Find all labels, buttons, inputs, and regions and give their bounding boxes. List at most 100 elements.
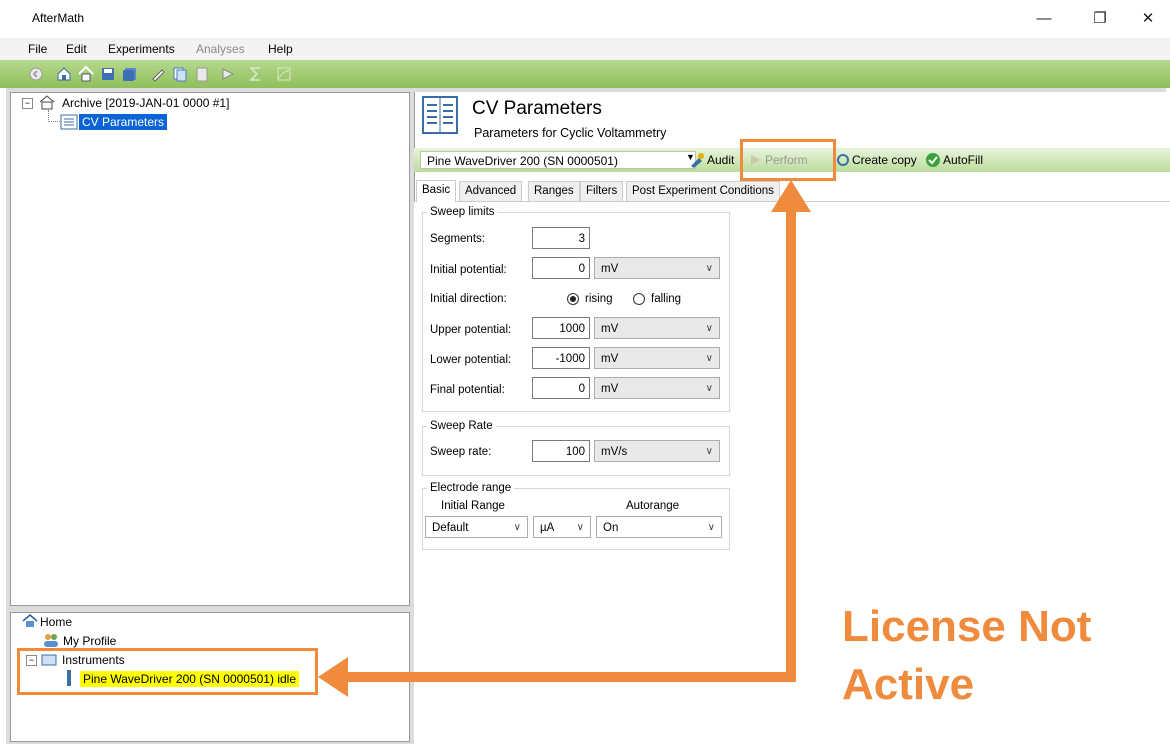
create-copy-button[interactable]: Create copy (852, 153, 917, 167)
tab-ranges[interactable]: Ranges (528, 181, 580, 201)
unit-value: mV (601, 263, 619, 275)
app-title: AfterMath (32, 11, 85, 25)
home-icon[interactable] (78, 66, 94, 82)
annotation-line-2: Active (842, 660, 975, 709)
archive-root[interactable]: Archive [2019-JAN-01 0000 #1] (62, 96, 229, 110)
close-button[interactable]: ✕ (1126, 6, 1170, 32)
chevron-down-icon: ∨ (705, 263, 713, 274)
menu-file[interactable]: File (28, 42, 47, 56)
save-all-icon[interactable] (122, 66, 138, 82)
initial-potential-label: Initial potential: (430, 264, 507, 276)
menu-help[interactable]: Help (268, 42, 293, 56)
license-not-active-annotation: License Not Active (842, 598, 1162, 714)
upper-potential-input[interactable]: 1000 (532, 317, 590, 339)
initial-potential-input[interactable]: 0 (532, 257, 590, 279)
collapse-toggle[interactable]: − (22, 98, 33, 109)
rising-radio[interactable] (567, 293, 579, 305)
create-copy-icon (837, 154, 849, 166)
document-icon (422, 96, 458, 134)
profile-icon (44, 634, 58, 647)
instrument-highlight-box (17, 648, 318, 695)
sweep-limits-title: Sweep limits (427, 206, 498, 218)
lower-potential-unit-select[interactable]: mV ∨ (594, 347, 720, 369)
chevron-down-icon: ∨ (705, 446, 713, 457)
chevron-down-icon: ∨ (705, 353, 713, 364)
instrument-select[interactable]: Pine WaveDriver 200 (SN 0000501) (420, 151, 696, 169)
tab-advanced[interactable]: Advanced (459, 181, 523, 201)
upper-potential-label: Upper potential: (430, 324, 512, 336)
title-bar (0, 0, 1170, 38)
sweep-rate-input[interactable]: 100 (532, 440, 590, 462)
initial-range-label: Initial Range (441, 500, 505, 512)
my-profile-node[interactable]: My Profile (63, 634, 116, 648)
chevron-down-icon: ∨ (576, 522, 584, 533)
chevron-down-icon: ∨ (705, 383, 713, 394)
initial-direction-label: Initial direction: (430, 293, 507, 305)
lower-potential-label: Lower potential: (430, 354, 512, 366)
home-icon (22, 614, 38, 627)
falling-label: falling (651, 293, 682, 305)
edit-icon[interactable] (150, 66, 166, 82)
audit-icon (691, 153, 704, 168)
back-icon[interactable] (28, 66, 44, 82)
page-title: CV Parameters (472, 98, 602, 119)
annotation-arrow-horizontal (340, 672, 796, 682)
rising-label: rising (585, 293, 613, 305)
menu-bar (0, 38, 1170, 60)
page-subtitle: Parameters for Cyclic Voltammetry (474, 126, 667, 140)
lower-potential-input[interactable]: -1000 (532, 347, 590, 369)
tab-filters[interactable]: Filters (580, 181, 624, 201)
sweep-rate-unit-select[interactable]: mV/s ∨ (594, 440, 720, 462)
initial-range-select[interactable]: Default ∨ (425, 516, 528, 538)
current-unit-select[interactable]: µA ∨ (533, 516, 591, 538)
tree-item-cv-parameters[interactable]: CV Parameters (79, 114, 168, 130)
chart-icon[interactable] (276, 66, 292, 82)
archive-home-icon[interactable] (56, 66, 72, 82)
chevron-down-icon: ∨ (513, 522, 521, 533)
current-unit-value: µA (540, 522, 555, 534)
menu-analyses[interactable]: Analyses (196, 42, 245, 56)
copy-icon[interactable] (172, 66, 188, 82)
home-node[interactable]: Home (40, 615, 72, 629)
sweep-rate-title: Sweep Rate (427, 420, 496, 432)
initial-potential-unit-select[interactable]: mV ∨ (594, 257, 720, 279)
tab-post-experiment-conditions[interactable]: Post Experiment Conditions (626, 181, 780, 201)
sum-icon[interactable] (248, 66, 264, 82)
autorange-value: On (603, 522, 619, 534)
segments-input[interactable]: 3 (532, 227, 590, 249)
upper-potential-unit-select[interactable]: mV ∨ (594, 317, 720, 339)
archive-home-icon (39, 95, 55, 110)
unit-value: mV/s (601, 446, 628, 458)
annotation-arrow-vertical (786, 206, 796, 682)
unit-value: mV (601, 353, 619, 365)
falling-radio[interactable] (633, 293, 645, 305)
autorange-select[interactable]: On ∨ (596, 516, 722, 538)
initial-range-value: Default (432, 522, 469, 534)
document-icon (60, 114, 78, 130)
run-icon[interactable] (220, 66, 236, 82)
electrode-range-title: Electrode range (427, 482, 515, 494)
chevron-down-icon: ∨ (707, 522, 715, 533)
audit-button[interactable]: Audit (707, 153, 734, 167)
autorange-label: Autorange (626, 500, 680, 512)
paste-icon[interactable] (194, 66, 210, 82)
autofill-button[interactable]: AutoFill (943, 153, 983, 167)
archive-tree-pane[interactable] (10, 92, 410, 606)
final-potential-input[interactable]: 0 (532, 377, 590, 399)
tab-basic[interactable]: Basic (416, 180, 457, 202)
chevron-down-icon: ∨ (705, 323, 713, 334)
save-icon[interactable] (100, 66, 116, 82)
tree-connector (48, 121, 60, 123)
minimize-button[interactable]: — (1022, 6, 1066, 32)
arrow-left-icon (318, 657, 348, 697)
annotation-line-1: License Not (842, 602, 1092, 651)
menu-experiments[interactable]: Experiments (108, 42, 175, 56)
unit-value: mV (601, 323, 619, 335)
perform-highlight-box (740, 139, 836, 181)
arrow-up-icon (771, 180, 811, 212)
menu-edit[interactable]: Edit (66, 42, 87, 56)
final-potential-unit-select[interactable]: mV ∨ (594, 377, 720, 399)
sweep-rate-label: Sweep rate: (430, 446, 492, 458)
maximize-button[interactable]: ❐ (1078, 6, 1122, 32)
segments-label: Segments: (430, 233, 485, 245)
